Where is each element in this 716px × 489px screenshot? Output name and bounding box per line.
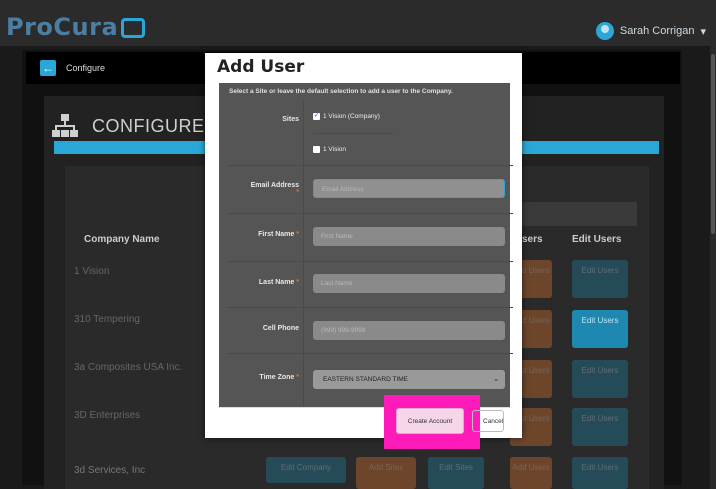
col-header-add-users: sers — [522, 234, 543, 245]
add-users-button[interactable]: Add Users — [510, 457, 552, 489]
add-sites-button[interactable]: Add Sites — [356, 457, 416, 489]
avatar — [595, 22, 614, 40]
checkbox-unchecked-icon[interactable] — [313, 146, 320, 153]
table-search[interactable] — [520, 202, 637, 226]
chevron-down-icon: ⌄ — [493, 376, 499, 383]
checkbox-checked-icon[interactable]: ✓ — [313, 113, 320, 120]
last-name-row: Last Name * Last Name — [227, 261, 513, 308]
page-title: CONFIGURE — [52, 114, 205, 138]
email-field[interactable]: Email Address — [313, 179, 505, 198]
modal-body: Select a Site or leave the default selec… — [219, 83, 513, 435]
email-row: Email Address * Email Address — [227, 165, 513, 214]
edit-users-button[interactable]: Edit Users — [572, 260, 628, 298]
col-header-edit-users: Edit Users — [572, 234, 622, 245]
chevron-down-icon: ▾ — [700, 25, 706, 38]
edit-company-button[interactable]: Edit Company — [266, 457, 346, 483]
user-menu[interactable]: Sarah Corrigan ▾ — [595, 22, 706, 40]
edit-users-button[interactable]: Edit Users — [572, 360, 628, 398]
col-header-company: Company Name — [84, 234, 160, 245]
edit-users-button[interactable]: Edit Users — [572, 457, 628, 489]
user-name: Sarah Corrigan — [619, 25, 695, 37]
configure-nav-label: Configure — [66, 63, 106, 73]
time-zone-label: Time Zone * — [259, 374, 299, 381]
add-user-modal: Add User Select a Site or leave the defa… — [205, 53, 522, 438]
edit-users-button[interactable]: Edit Users — [572, 408, 628, 446]
last-name-label: Last Name * — [258, 279, 299, 286]
back-arrow-icon[interactable]: ← — [40, 60, 56, 76]
page-scrollbar[interactable] — [710, 46, 716, 489]
modal-title: Add User — [217, 57, 305, 77]
site-option[interactable]: ✓ 1 Vision (Company) — [313, 113, 380, 120]
page-title-text: CONFIGURE — [92, 115, 205, 136]
edit-sites-button[interactable]: Edit Sites — [428, 457, 484, 489]
top-bar: ProCura Sarah Corrigan ▾ — [0, 0, 716, 46]
cell-phone-label: Cell Phone — [262, 325, 299, 332]
org-chart-icon — [52, 114, 78, 138]
site-option-label: 1 Vision (Company) — [323, 113, 380, 120]
site-option-label: 1 Vision — [323, 146, 347, 153]
site-option[interactable]: 1 Vision — [313, 146, 346, 153]
first-name-label: First Name * — [258, 231, 299, 238]
first-name-field[interactable]: First Name — [313, 227, 505, 246]
create-account-button[interactable]: Create Account — [396, 408, 464, 434]
cell-phone-field[interactable]: (999) 999-9999 — [313, 321, 505, 340]
table-row-name: 3d Services, Inc — [74, 465, 146, 476]
edit-users-button[interactable]: Edit Users — [572, 310, 628, 348]
modal-intro-text: Select a Site or leave the default selec… — [229, 88, 453, 95]
cancel-button[interactable]: Cancel — [472, 410, 504, 432]
logo-text: ProCura — [6, 13, 119, 41]
cell-phone-row: Cell Phone (999) 999-9999 — [227, 307, 513, 354]
first-name-row: First Name * First Name — [227, 213, 513, 262]
time-zone-select[interactable]: EASTERN STANDARD TIME ⌄ — [313, 370, 505, 389]
procura-logo[interactable]: ProCura — [6, 13, 146, 41]
logo-mark-icon — [121, 18, 146, 38]
sites-label: Sites — [282, 116, 299, 123]
last-name-field[interactable]: Last Name — [313, 274, 505, 293]
time-zone-value: EASTERN STANDARD TIME — [323, 376, 408, 383]
email-label: Email Address * — [250, 182, 299, 196]
